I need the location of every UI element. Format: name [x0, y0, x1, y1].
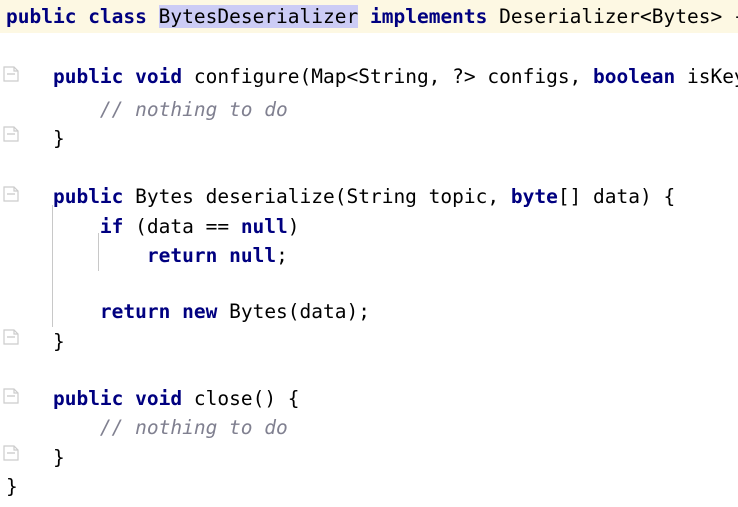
code-line[interactable]: }: [0, 470, 738, 503]
code-token: [] data) {: [557, 185, 676, 208]
code-line-text: return new Bytes(data);: [0, 295, 370, 328]
code-line[interactable]: // nothing to do: [0, 411, 738, 444]
code-token: null: [229, 244, 277, 267]
code-token: return: [99, 300, 171, 323]
code-token: new: [182, 300, 218, 323]
fold-marker-close-open[interactable]: [3, 388, 19, 404]
code-token: isKey) {: [686, 65, 738, 88]
indent-guide-if-body: [98, 233, 99, 271]
code-content[interactable]: public class BytesDeserializer implement…: [0, 0, 738, 507]
code-line-text: public void configure(Map<String, ?> con…: [0, 60, 738, 93]
code-token: // nothing to do: [99, 98, 288, 121]
editor-gutter[interactable]: [0, 0, 26, 507]
code-token: public: [52, 185, 124, 208]
code-token: (data ==: [123, 215, 241, 238]
code-line[interactable]: public class BytesDeserializer implement…: [0, 0, 738, 33]
code-token: implements: [370, 5, 488, 28]
code-token: public: [52, 65, 124, 88]
code-editor[interactable]: public class BytesDeserializer implement…: [0, 0, 738, 507]
code-token: configure(Map<String, ?> configs,: [182, 65, 594, 88]
code-token: byte: [510, 185, 558, 208]
code-token: // nothing to do: [99, 416, 288, 439]
indent-guide-deserialize-body: [52, 205, 53, 327]
fold-marker-deserialize-open[interactable]: [3, 186, 19, 202]
code-token: Bytes deserialize(String topic,: [123, 185, 511, 208]
code-line-text: public Bytes deserialize(String topic, b…: [0, 180, 675, 213]
code-token: void: [135, 65, 183, 88]
code-token: class: [88, 5, 147, 28]
code-line[interactable]: public Bytes deserialize(String topic, b…: [0, 180, 738, 213]
code-token: close() {: [182, 387, 300, 410]
code-token: ): [287, 215, 300, 238]
code-line[interactable]: }: [0, 325, 738, 358]
fold-marker-deserialize-close[interactable]: [3, 329, 19, 345]
code-token: null: [240, 215, 288, 238]
code-line-text: // nothing to do: [0, 411, 288, 444]
code-token: return: [146, 244, 218, 267]
fold-marker-close-close[interactable]: [3, 445, 19, 461]
fold-marker-configure-open[interactable]: [3, 66, 19, 82]
code-token: Bytes(data);: [217, 300, 370, 323]
code-token: boolean: [593, 65, 676, 88]
fold-marker-configure-close[interactable]: [3, 126, 19, 142]
code-token: Deserializer<Bytes> {: [487, 5, 738, 28]
code-token: void: [135, 387, 183, 410]
code-line[interactable]: }: [0, 122, 738, 155]
code-token: public: [52, 387, 124, 410]
code-token: BytesDeserializer: [158, 5, 359, 28]
code-line[interactable]: return new Bytes(data);: [0, 295, 738, 328]
code-token: if: [99, 215, 124, 238]
code-token: ;: [276, 244, 288, 267]
code-line-text: public class BytesDeserializer implement…: [0, 0, 738, 33]
code-line[interactable]: public void configure(Map<String, ?> con…: [0, 60, 738, 93]
